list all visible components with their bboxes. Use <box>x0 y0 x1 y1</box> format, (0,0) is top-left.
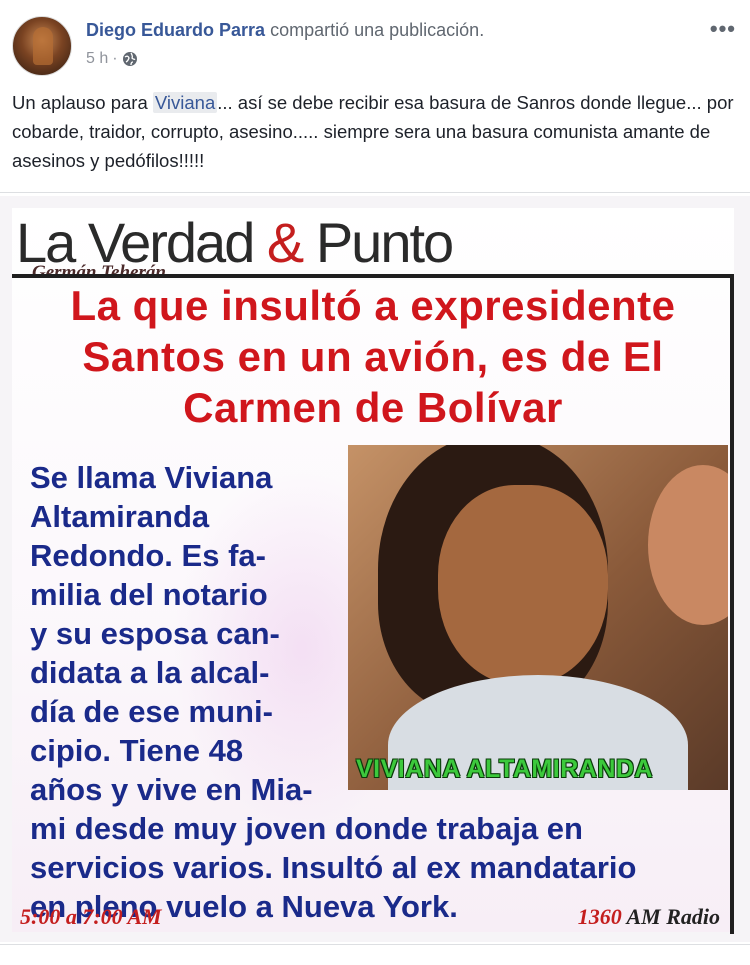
photo-side-face <box>648 465 728 625</box>
portrait-photo: VIVIANA ALTAMIRANDA <box>348 445 728 790</box>
headline: La que insultó a expresidente Santos en … <box>70 282 676 431</box>
time-range: 5:00 a 7:00 AM <box>20 904 162 929</box>
post-time[interactable]: 5 h <box>86 50 108 68</box>
meta-separator: · <box>112 50 118 67</box>
station-label: AM Radio <box>621 904 720 929</box>
ellipsis-icon[interactable]: ••• <box>710 16 736 42</box>
post-action: compartió una publicación. <box>270 20 485 40</box>
frame-top <box>12 274 734 278</box>
logo-text-right: Punto <box>302 211 454 274</box>
author-name[interactable]: Diego Eduardo Parra <box>86 20 265 40</box>
logo-ampersand: & <box>266 211 304 274</box>
image-canvas: La Verdad & Punto Germán Teherán La que … <box>12 208 734 934</box>
post-text: Un aplauso para Viviana... así se debe r… <box>12 88 738 175</box>
shared-image[interactable]: La Verdad & Punto Germán Teherán La que … <box>0 196 750 942</box>
author-line: Diego Eduardo Parra compartió una public… <box>86 20 484 41</box>
radio-station: 1360 AM Radio <box>578 904 720 930</box>
photo-face <box>438 485 608 685</box>
mention-link[interactable]: Viviana <box>152 92 218 113</box>
post-text-start: Un aplauso para <box>12 92 153 113</box>
footer-divider <box>0 944 750 945</box>
body-copy: Se llama Viviana Altamiranda Redondo. Es… <box>30 460 313 807</box>
station-number: 1360 <box>577 904 622 929</box>
post-header: Diego Eduardo Parra compartió una public… <box>0 0 750 86</box>
divider <box>0 192 750 193</box>
post-meta: 5 h · <box>86 50 138 68</box>
globe-icon[interactable] <box>122 51 138 67</box>
photo-caption: VIVIANA ALTAMIRANDA <box>356 755 653 783</box>
avatar[interactable] <box>12 16 72 76</box>
